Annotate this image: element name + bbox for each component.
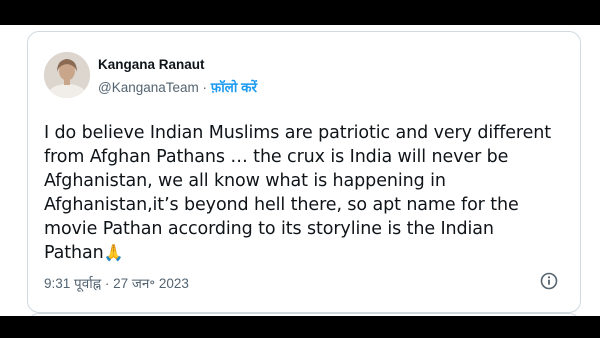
author-name[interactable]: Kangana Ranaut <box>98 57 205 72</box>
letterbox-top <box>0 0 600 25</box>
tweet-card: Kangana Ranaut @KanganaTeam · फ़ॉलो करें… <box>27 31 581 313</box>
author-avatar[interactable] <box>44 52 90 98</box>
follow-button[interactable]: फ़ॉलो करें <box>211 80 257 95</box>
handle-separator: · <box>198 80 211 95</box>
author-handle-line: @KanganaTeam · फ़ॉलो करें <box>98 78 257 96</box>
folded-hands-emoji: 🙏 <box>103 243 124 262</box>
letterbox-bottom <box>0 316 600 338</box>
tweet-body: I do believe Indian Muslims are patrioti… <box>44 123 552 263</box>
tweet-timestamp[interactable]: 9:31 पूर्वाह्न · 27 जन॰ 2023 <box>44 274 189 292</box>
screenshot-area: Kangana Ranaut @KanganaTeam · फ़ॉलो करें… <box>0 25 600 316</box>
info-circle-icon[interactable] <box>540 272 558 290</box>
author-handle[interactable]: @KanganaTeam <box>98 80 199 95</box>
tweet-text: I do believe Indian Muslims are patrioti… <box>44 121 572 265</box>
